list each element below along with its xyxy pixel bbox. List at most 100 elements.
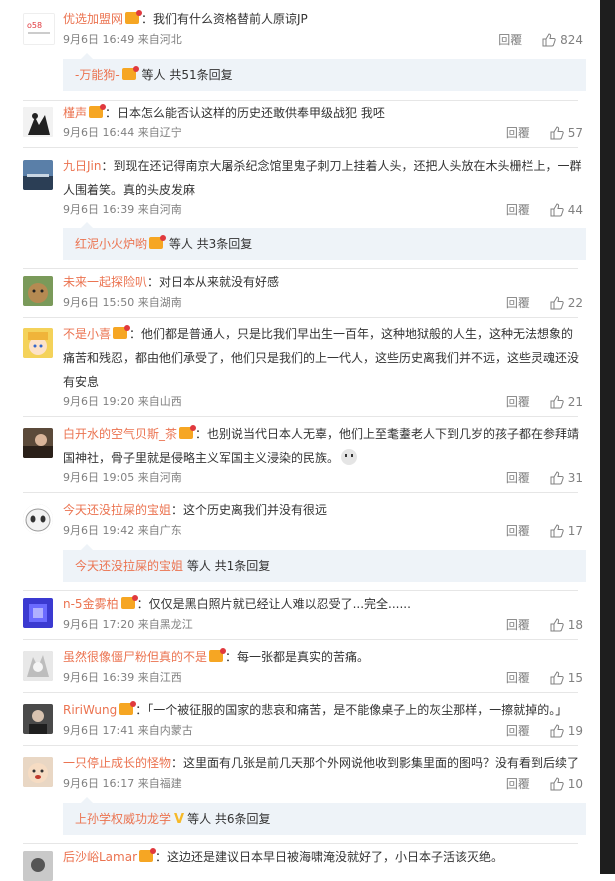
comment-text-line: 未来一起探险叭：对日本从来就没有好感	[63, 270, 583, 294]
comment-username[interactable]: RiriWung	[63, 703, 117, 717]
reply-button[interactable]: 回覆	[506, 200, 530, 220]
thumbs-up-icon	[550, 671, 564, 685]
comment-username[interactable]: 未来一起探险叭	[63, 275, 147, 289]
divider	[23, 416, 578, 417]
like-count: 31	[567, 471, 583, 485]
reply-button[interactable]: 回覆	[506, 392, 530, 412]
sub-reply-username[interactable]: 今天还没拉屎的宝姐	[75, 559, 183, 573]
like-count: 57	[567, 126, 583, 140]
avatar[interactable]	[23, 757, 53, 787]
comment-text: ：对日本从来就没有好感	[147, 275, 280, 289]
like-count: 21	[567, 395, 583, 409]
comment-text: ：到现在还记得南京大屠杀纪念馆里鬼子刺刀上挂着人头，还把人头放在木头栅栏上，一群…	[63, 159, 582, 197]
comment-text: ：这边还是建议日本早日被海啸淹没就好了，小日本子活该灭绝。	[155, 850, 504, 864]
sub-reply-username[interactable]: 红泥小火炉哟	[75, 237, 147, 251]
reply-button[interactable]: 回覆	[506, 774, 530, 794]
vip-badge-icon	[113, 325, 131, 339]
comment-text: ：他们都是普通人，只是比我们早出生一百年，这种地狱般的人生，这种无法想象的痛苦和…	[63, 327, 580, 389]
like-button[interactable]: 15	[550, 668, 583, 688]
divider	[23, 745, 578, 746]
like-button[interactable]: 17	[550, 521, 583, 541]
comment-text-line: 白开水的空气贝斯_茶 ：也别说当代日本人无辜，他们上至耄耋老人下到几岁的孩子都在参…	[63, 422, 583, 470]
comment-text-line: 虽然很像僵尸粉但真的不是 ：每一张都是真实的苦痛。	[63, 645, 583, 669]
avatar[interactable]	[23, 328, 53, 358]
avatar[interactable]	[23, 428, 53, 458]
comment-text-line: 优选加盟网 ：我们有什么资格替前人原谅JP	[63, 7, 583, 31]
thumbs-up-icon	[550, 471, 564, 485]
comment-username[interactable]: 今天还没拉屎的宝姐	[63, 503, 171, 517]
divider	[23, 692, 578, 693]
thumbs-up-icon	[550, 777, 564, 791]
reply-button[interactable]: 回覆	[506, 123, 530, 143]
reply-button[interactable]: 回覆	[506, 468, 530, 488]
like-button[interactable]: 31	[550, 468, 583, 488]
reply-button[interactable]: 回覆	[506, 521, 530, 541]
reply-button[interactable]: 回覆	[506, 668, 530, 688]
comment-username[interactable]: 虽然很像僵尸粉但真的不是	[63, 650, 207, 664]
avatar[interactable]	[23, 598, 53, 628]
sub-reply-username[interactable]: -万能狗-	[75, 68, 120, 82]
avatar[interactable]	[23, 651, 53, 681]
comment-meta: 9月6日 16:44 来自辽宁	[63, 126, 182, 139]
thumbs-up-icon	[550, 524, 564, 538]
like-count: 19	[567, 724, 583, 738]
like-button[interactable]: 19	[550, 721, 583, 741]
reply-button[interactable]: 回覆	[506, 615, 530, 635]
comment-list: o58 优选加盟网 ：我们有什么资格替前人原谅JP 9月6日 16:49 来自河北…	[0, 0, 600, 881]
like-button[interactable]: 824	[542, 30, 583, 50]
comment-actions: 回覆 18	[506, 615, 583, 635]
comment-meta: 9月6日 19:20 来自山西	[63, 395, 182, 408]
comment-username[interactable]: 后沙峪Lamar	[63, 850, 137, 864]
avatar[interactable]	[23, 504, 53, 534]
sub-reply-summary[interactable]: 红泥小火炉哟 等人 共3条回复	[63, 222, 586, 260]
comment-meta: 9月6日 15:50 来自湖南	[63, 296, 182, 309]
comment-text: ：仅仅是黑白照片就已经让人难以忍受了...完全......	[136, 597, 411, 611]
comment-text-line: 今天还没拉屎的宝姐：这个历史离我们并没有很远	[63, 498, 583, 522]
reply-button[interactable]: 回覆	[506, 293, 530, 313]
vip-badge-icon	[121, 66, 139, 80]
comment-username[interactable]: 白开水的空气贝斯_茶	[63, 427, 177, 441]
scrollbar-thumb[interactable]	[604, 0, 611, 874]
like-count: 22	[567, 296, 583, 310]
comment-text-line: 一只停止成长的怪物：这里面有几张是前几天那个外网说他收到影集里面的图吗？没有看到…	[63, 751, 583, 775]
avatar[interactable]	[23, 704, 53, 734]
sub-reply-summary[interactable]: -万能狗- 等人 共51条回复	[63, 53, 586, 91]
like-button[interactable]: 10	[550, 774, 583, 794]
comment-text: ：日本怎么能否认这样的历史还敢供奉甲级战犯 我呸	[105, 106, 385, 120]
comment-username[interactable]: 九日Jin	[63, 159, 101, 173]
vip-badge-icon	[149, 235, 167, 249]
sub-reply-count: 等人 共1条回复	[186, 559, 271, 573]
comment-meta: 9月6日 16:49 来自河北	[63, 33, 182, 46]
divider	[23, 492, 578, 493]
avatar[interactable]	[23, 851, 53, 881]
comment-username[interactable]: 优选加盟网	[63, 12, 123, 26]
scrollbar[interactable]	[600, 0, 615, 874]
sub-reply-summary[interactable]: 今天还没拉屎的宝姐 等人 共1条回复	[63, 544, 586, 582]
avatar[interactable]	[23, 107, 53, 137]
like-button[interactable]: 21	[550, 392, 583, 412]
comment-text: ：「一个被征服的国家的悲哀和痛苦，是不能像桌子上的灰尘那样，一擦就掉的。」	[135, 703, 568, 717]
avatar[interactable]	[23, 276, 53, 306]
comment-username[interactable]: 一只停止成长的怪物	[63, 756, 171, 770]
sub-reply-count: 等人 共3条回复	[168, 237, 253, 251]
vip-badge-icon	[209, 648, 227, 662]
comment-actions: 回覆 57	[506, 123, 583, 143]
reply-button[interactable]: 回覆	[498, 30, 522, 50]
like-button[interactable]: 22	[550, 293, 583, 313]
sub-reply-count: 等人 共51条回复	[141, 68, 233, 82]
reply-button[interactable]: 回覆	[506, 721, 530, 741]
comment-actions: 回覆 19	[506, 721, 583, 741]
comment-username[interactable]: 槿声	[63, 106, 87, 120]
sub-reply-summary[interactable]: 上孙学权威功龙学 V 等人 共6条回复	[63, 797, 586, 835]
thumbs-up-icon	[550, 395, 564, 409]
sub-reply-username[interactable]: 上孙学权威功龙学	[75, 812, 171, 826]
avatar[interactable]	[23, 160, 53, 190]
like-button[interactable]: 18	[550, 615, 583, 635]
like-button[interactable]: 57	[550, 123, 583, 143]
avatar[interactable]: o58	[23, 13, 55, 45]
comment-username[interactable]: 不是小喜	[63, 327, 111, 341]
comment-actions: 回覆 17	[506, 521, 583, 541]
like-button[interactable]: 44	[550, 200, 583, 220]
comment-text: ：这个历史离我们并没有很远	[171, 503, 328, 517]
comment-username[interactable]: n-5金雾柏	[63, 597, 119, 611]
